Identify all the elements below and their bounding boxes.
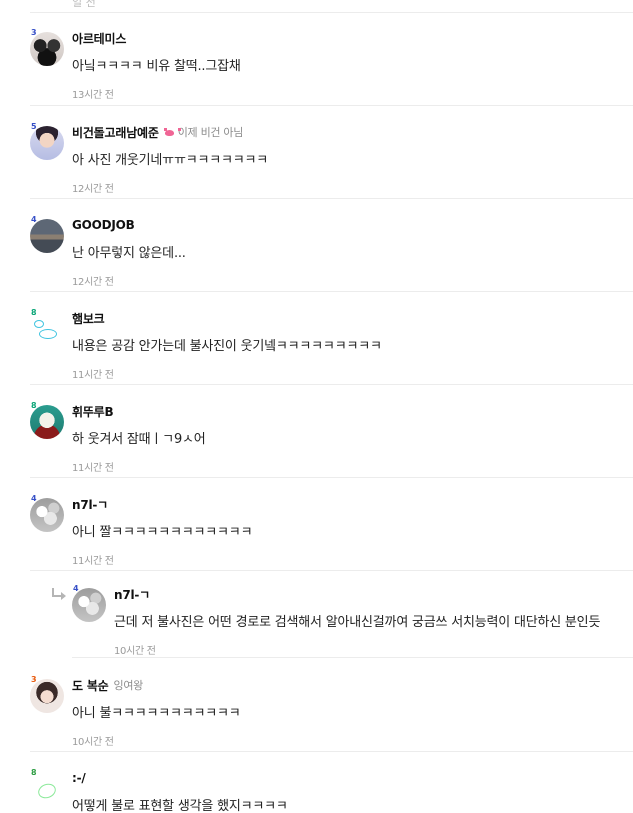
comment-text: 아닠ㅋㅋㅋㅋ 비유 찰떡..그잡채 [72,59,241,74]
user-tag: 이제 비건 아님 [163,124,244,140]
comment-text: 내용은 공감 안가는데 불사진이 웃기넼ㅋㅋㅋㅋㅋㅋㅋㅋㅋ [72,339,382,354]
level-badge: 4 [73,584,79,593]
comment-author[interactable]: :-/ [72,771,86,785]
level-badge: 8 [31,768,37,777]
user-tag-label: 잉여왕 [113,679,144,692]
crab-icon [163,127,181,137]
comment-time: 11시간 전 [72,463,114,474]
user-avatar[interactable] [30,498,64,532]
comment-author[interactable]: 도 복순 [72,677,109,694]
level-badge: 5 [31,122,37,131]
comment-time: 13시간 전 [72,90,114,101]
comment-divider [30,384,633,385]
level-badge: 8 [31,401,37,410]
user-tag-label: 이제 비건 아님 [177,126,244,139]
user-avatar[interactable] [30,126,64,160]
user-tag: 잉여왕 [113,677,144,693]
comment-time: 10시간 전 [114,646,156,657]
comment-divider [30,477,633,478]
comment-text: 아니 불ㅋㅋㅋㅋㅋㅋㅋㅋㅋㅋㅋ [72,706,241,721]
comment-divider [30,12,633,13]
comment-time: 11시간 전 [72,556,114,567]
level-badge: 3 [31,675,37,684]
comment-author[interactable]: GOODJOB [72,218,135,232]
user-avatar[interactable] [30,405,64,439]
comment-divider [30,751,633,752]
comment-divider [72,657,633,658]
comment-time: 10시간 전 [72,737,114,748]
comment-divider [30,570,633,571]
comment-author[interactable]: 비건돌고래남예준 [72,124,159,141]
comment-author[interactable]: 아르테미스 [72,30,126,47]
comment-text: 난 아무렇지 않은데... [72,246,186,261]
comment-divider [30,105,633,106]
comment-author[interactable]: n7l-ㄱ [114,586,150,603]
comment-time: 11시간 전 [72,370,114,381]
comment-author[interactable]: n7l-ㄱ [72,496,108,513]
comment-divider [30,198,633,199]
comment-time: 12시간 전 [72,277,114,288]
comment-divider [30,291,633,292]
user-avatar[interactable] [30,312,64,346]
user-avatar[interactable] [30,32,64,66]
comment-time: 12시간 전 [72,184,114,195]
user-avatar[interactable] [72,588,106,622]
user-avatar[interactable] [30,219,64,253]
comment-text: 아니 짤ㅋㅋㅋㅋㅋㅋㅋㅋㅋㅋㅋㅋ [72,525,253,540]
comment-text: 근데 저 불사진은 어떤 경로로 검색해서 알아내신걸까여 궁금쓰 서치능력이 … [114,615,601,630]
comment-text: 어떻게 불로 표현할 생각을 했지ㅋㅋㅋㅋ [72,799,288,813]
level-badge: 4 [31,494,37,503]
comment-author[interactable]: 휘뚜루B [72,403,114,420]
level-badge: 8 [31,308,37,317]
comment-text: 아 사진 개웃기네ㅠㅠㅋㅋㅋㅋㅋㅋㅋ [72,153,269,168]
level-badge: 4 [31,215,37,224]
previous-comment-time: 일 전 [72,0,96,9]
reply-arrow-icon [52,588,66,600]
comment-text: 하 웃겨서 잠때ㅣㄱ9ㅅ어 [72,432,206,447]
user-avatar[interactable] [30,679,64,713]
user-avatar[interactable] [30,772,64,806]
level-badge: 3 [31,28,37,37]
comment-author[interactable]: 햄보크 [72,310,105,327]
